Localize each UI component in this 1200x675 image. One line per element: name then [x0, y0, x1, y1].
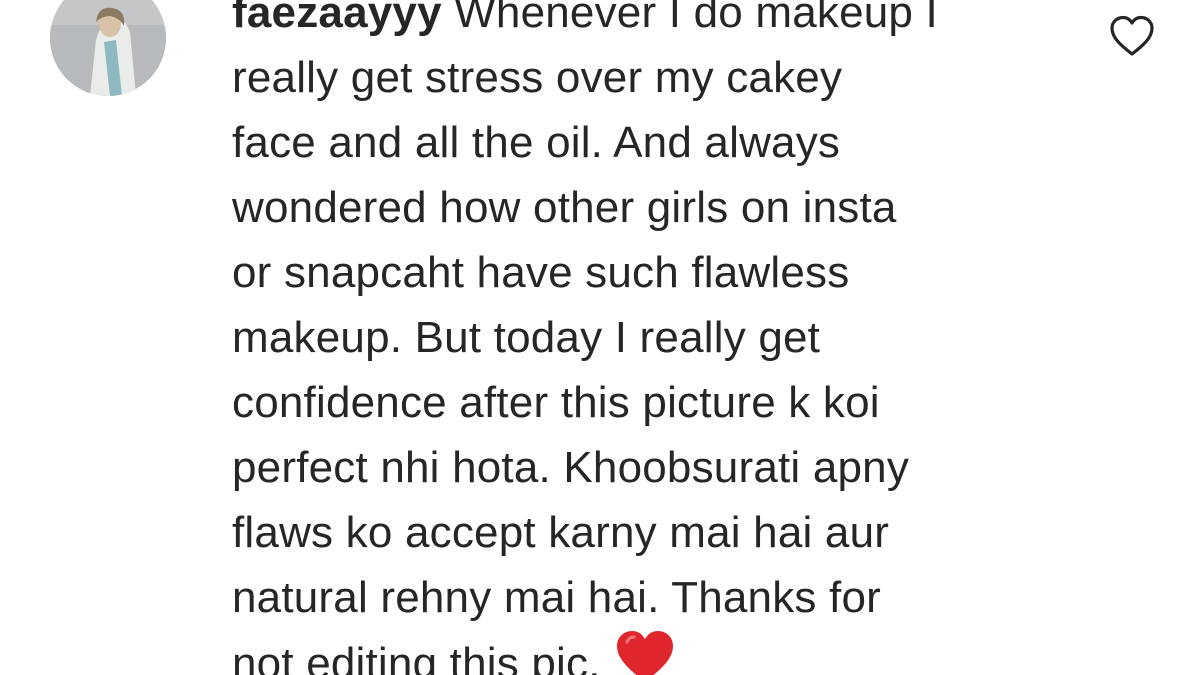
like-button[interactable]: [1108, 14, 1156, 58]
comment-body-first-line: Whenever I do makeup I: [441, 0, 938, 37]
comment-line: natural rehny mai hai. Thanks for: [232, 573, 882, 622]
comment-screen: faezaayyy Whenever I do makeup I really …: [0, 0, 1200, 675]
avatar[interactable]: [50, 0, 166, 96]
heart-outline-icon: [1110, 15, 1154, 56]
comment-line: faezaayyy Whenever I do makeup I: [232, 0, 1092, 45]
comment-line: face and all the oil. And always: [232, 118, 841, 167]
profile-photo: [50, 0, 166, 96]
comment-line: wondered how other girls on insta: [232, 183, 897, 232]
comment-last-text: not editing this pic.: [232, 639, 601, 675]
comment-line: confidence after this picture k koi: [232, 378, 880, 427]
comment-line: or snapcaht have such flawless: [232, 248, 850, 297]
comment-line: perfect nhi hota. Khoobsurati apny: [232, 443, 910, 492]
comment-line: makeup. But today I really get: [232, 313, 821, 362]
comment-username[interactable]: faezaayyy: [232, 0, 442, 37]
comment-line: really get stress over my cakey: [232, 53, 843, 102]
comment-text: faezaayyy Whenever I do makeup I really …: [232, 0, 1092, 675]
comment-line-last: not editing this pic.: [232, 630, 1092, 675]
red-heart-emoji-icon: [615, 630, 675, 675]
comment-line: flaws ko accept karny mai hai aur: [232, 508, 890, 557]
